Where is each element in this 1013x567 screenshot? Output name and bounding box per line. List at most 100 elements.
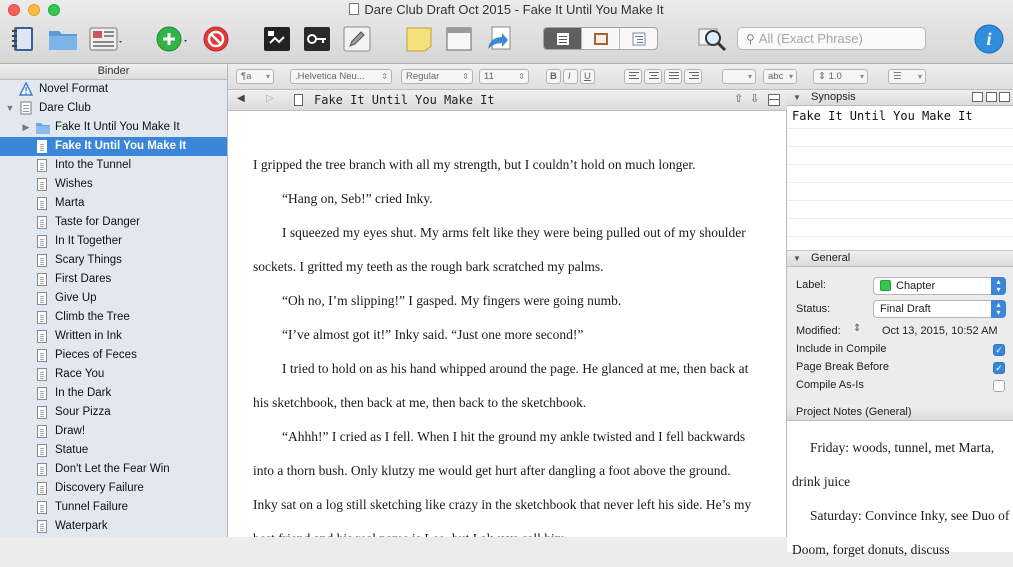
project-note-paragraph[interactable]: Friday: woods, tunnel, met Marta, drink … [792, 431, 1013, 499]
status-popup[interactable]: Final Draft ▴ ▾ [873, 300, 1006, 318]
binder-item[interactable]: Waterpark [0, 517, 227, 536]
synopsis-area[interactable]: Fake It Until You Make It [787, 106, 1013, 251]
binder-button[interactable] [8, 24, 38, 54]
synopsis-header[interactable]: ▼ Synopsis [787, 90, 1013, 106]
layout-button[interactable] [442, 24, 476, 54]
scrivenings-search-button[interactable] [695, 24, 731, 54]
binder-item[interactable]: Pieces of Feces [0, 346, 227, 365]
date-stepper-icon[interactable]: ⇕ [853, 323, 861, 334]
binder-item[interactable]: Draw! [0, 422, 227, 441]
forward-arrow-icon[interactable]: ▷ [266, 93, 274, 104]
synopsis-mode-icon[interactable] [972, 92, 983, 102]
editor-paragraph[interactable]: I tried to hold on as his hand whipped a… [253, 352, 753, 420]
inspector-button[interactable]: i [973, 24, 1005, 54]
font-weight-popup[interactable]: Regular ⇕ [401, 69, 473, 84]
general-header[interactable]: ▼ General [787, 251, 1013, 267]
binder-item-label: Written in Ink [55, 330, 122, 342]
editor-paragraph[interactable]: “Oh no, I’m slipping!” I gasped. My fing… [253, 284, 753, 318]
binder-item[interactable]: Tunnel Failure [0, 498, 227, 517]
bold-button[interactable]: B [546, 69, 561, 84]
italic-button[interactable]: I [563, 69, 578, 84]
list-style-popup[interactable]: ☰ ▾ [888, 69, 926, 84]
highlight-color-popup[interactable]: ▾ [722, 69, 756, 84]
align-right-button[interactable] [684, 69, 702, 84]
project-notes-header[interactable]: Project Notes (General) [787, 405, 1013, 421]
corkboard-view-button[interactable] [582, 28, 620, 49]
align-left-button[interactable] [624, 69, 642, 84]
binder-item[interactable]: Climb the Tree [0, 308, 227, 327]
binder-item[interactable]: Give Up [0, 289, 227, 308]
back-arrow-icon[interactable]: ◀ [237, 93, 245, 104]
underline-button[interactable]: U [580, 69, 595, 84]
binder-item[interactable]: First Dares [0, 270, 227, 289]
binder-item[interactable]: ▶ Fake It Until You Make It [0, 118, 227, 137]
binder-item[interactable]: Statue [0, 441, 227, 460]
view-mode-button[interactable] [88, 24, 126, 54]
binder-item[interactable]: Written in Ink [0, 327, 227, 346]
note-button[interactable] [402, 24, 436, 54]
keywords-button[interactable] [300, 24, 334, 54]
binder-item-label: Draw! [55, 425, 86, 437]
align-center-button[interactable] [644, 69, 662, 84]
binder-item[interactable]: ▼ Dare Club [0, 99, 227, 118]
binder-item[interactable]: Discovery Failure [0, 479, 227, 498]
binder-item[interactable]: Race You [0, 365, 227, 384]
disclosure-down-icon[interactable]: ▼ [793, 251, 801, 266]
next-document-icon[interactable]: ⇩ [750, 92, 759, 105]
disclosure-down-icon[interactable]: ▼ [5, 99, 15, 118]
editor-paragraph[interactable]: “Ahhh!” I cried as I fell. When I hit th… [253, 420, 753, 537]
include-compile-checkbox[interactable]: ✓ [993, 344, 1005, 356]
editor-paragraph[interactable]: “I’ve almost got it!” Inky said. “Just o… [253, 318, 753, 352]
disclosure-right-icon[interactable]: ▶ [21, 118, 31, 137]
editor-paragraph[interactable]: I gripped the tree branch with all my st… [253, 148, 753, 182]
view-mode-segmented[interactable] [543, 27, 658, 50]
binder-item[interactable]: Don't Let the Fear Win [0, 460, 227, 479]
add-icon [156, 26, 187, 52]
editor-paragraph[interactable]: “Hang on, Seb!” cried Inky. [253, 182, 753, 216]
style-popup[interactable]: ¶a ▾ [236, 69, 274, 84]
synopsis-image-icon[interactable] [986, 92, 997, 102]
previous-document-icon[interactable]: ⇧ [734, 92, 743, 105]
binder-item[interactable]: Taste for Danger [0, 213, 227, 232]
edit-button[interactable] [340, 24, 374, 54]
synopsis-sync-icon[interactable] [999, 92, 1010, 102]
delete-button[interactable] [200, 24, 232, 54]
new-folder-button[interactable] [46, 24, 80, 54]
binder-item[interactable]: Wishes [0, 175, 227, 194]
binder-item[interactable]: Scary Things [0, 251, 227, 270]
align-justify-button[interactable] [664, 69, 682, 84]
editor-text[interactable]: I gripped the tree branch with all my st… [253, 148, 753, 537]
project-search[interactable]: ⚲ [737, 27, 926, 50]
binder-item[interactable]: Novel Format [0, 80, 227, 99]
add-button[interactable] [152, 24, 192, 54]
line-spacing-popup[interactable]: ⇕ 1.0 ▾ [813, 69, 868, 84]
compile-as-is-checkbox[interactable] [993, 380, 1005, 392]
binder-item[interactable]: In the Dark [0, 384, 227, 403]
editor-paragraph[interactable]: I squeezed my eyes shut. My arms felt li… [253, 216, 753, 284]
binder-item[interactable]: Into the Tunnel [0, 156, 227, 175]
list-icon: ☰ [893, 71, 902, 82]
page-icon [37, 235, 47, 248]
text-editor[interactable]: I gripped the tree branch with all my st… [228, 111, 787, 537]
page-icon [37, 425, 47, 438]
outliner-view-button[interactable] [620, 28, 657, 49]
compile-button[interactable] [482, 24, 516, 54]
project-notes-text[interactable]: Friday: woods, tunnel, met Marta, drink … [787, 421, 1013, 557]
binder-item[interactable]: Fake It Until You Make It [0, 137, 227, 156]
font-family-popup[interactable]: .Helvetica Neu... ⇕ [290, 69, 392, 84]
disclosure-down-icon[interactable]: ▼ [793, 90, 801, 105]
binder-item[interactable]: Marta [0, 194, 227, 213]
binder-item[interactable]: Sour Pizza [0, 403, 227, 422]
search-input[interactable] [758, 31, 909, 46]
page-icon [37, 159, 47, 172]
synopsis-text[interactable]: Fake It Until You Make It [792, 109, 973, 123]
font-size-popup[interactable]: 11 ⇕ [479, 69, 529, 84]
scrivenings-view-button[interactable] [544, 28, 582, 49]
project-note-paragraph[interactable]: Saturday: Convince Inky, see Duo of Doom… [792, 499, 1013, 567]
page-break-checkbox[interactable]: ✓ [993, 362, 1005, 374]
text-color-popup[interactable]: abc ▾ [763, 69, 797, 84]
split-editor-icon[interactable] [768, 94, 780, 106]
quickref-button[interactable] [260, 24, 294, 54]
binder-item[interactable]: In It Together [0, 232, 227, 251]
label-popup[interactable]: Chapter ▴ ▾ [873, 277, 1006, 295]
